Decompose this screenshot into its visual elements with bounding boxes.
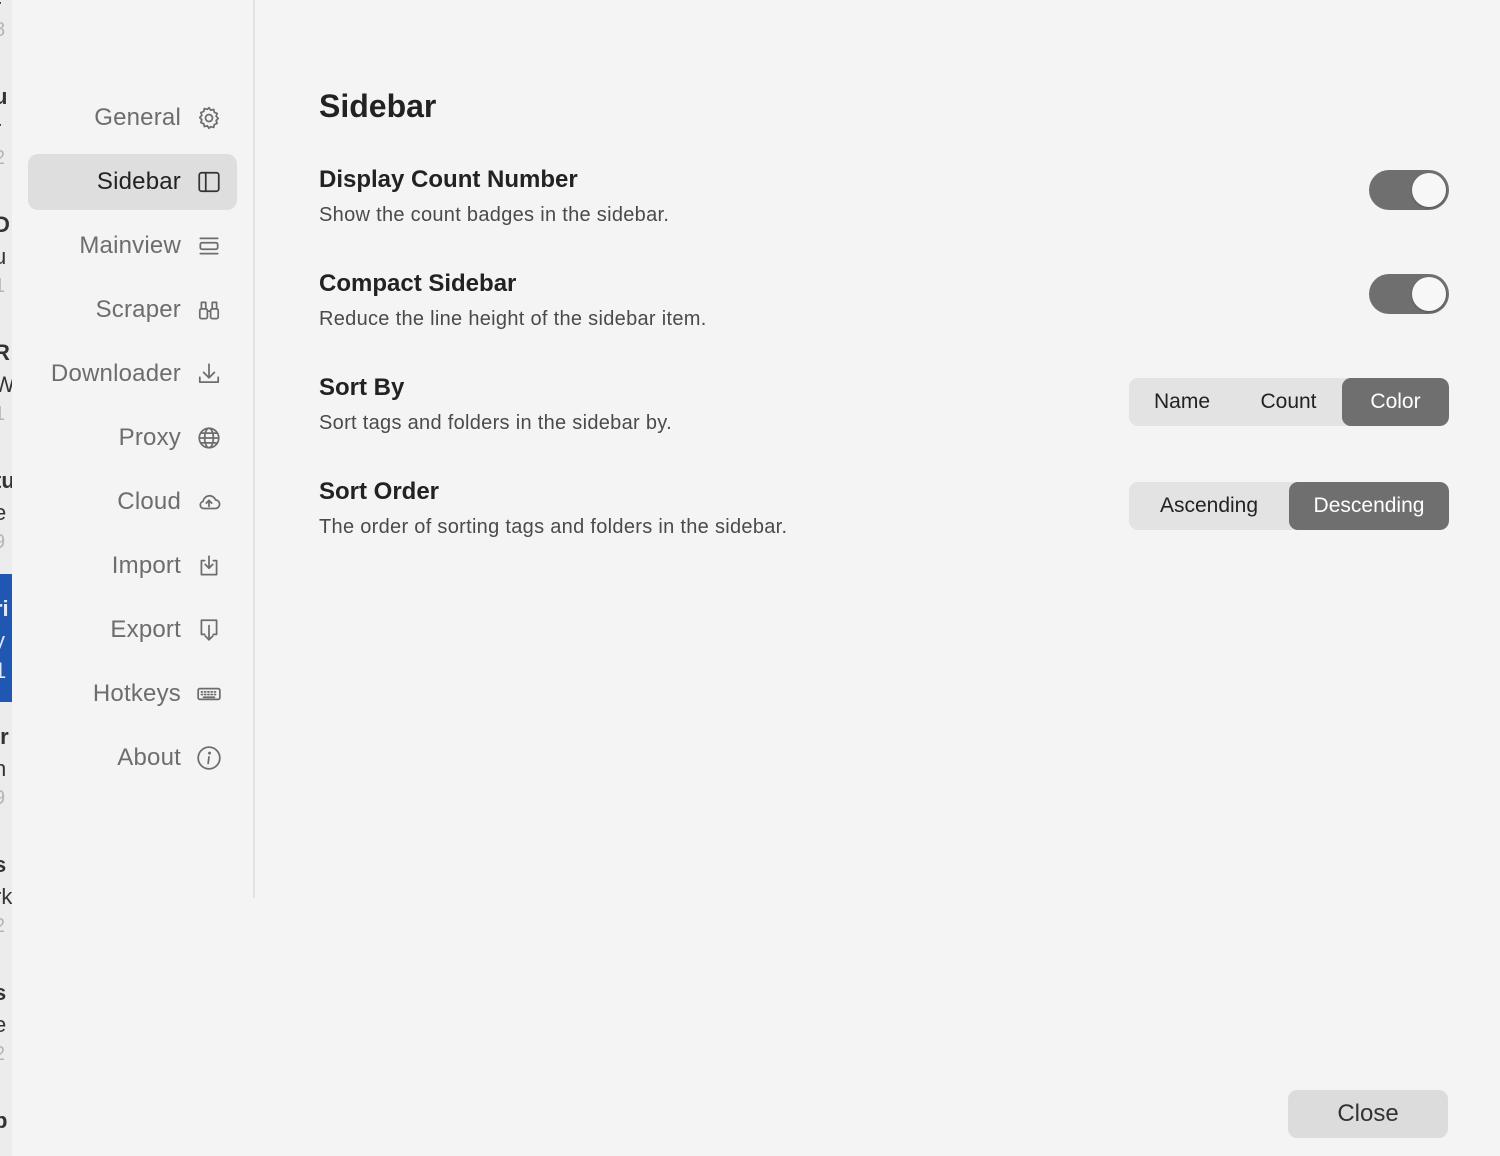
setting-title: Sort By xyxy=(319,374,405,401)
nav-item-about[interactable]: About xyxy=(28,730,237,786)
nav-label: Export xyxy=(110,616,181,643)
bg-text-fragment: 2 xyxy=(0,1044,5,1064)
bg-text-fragment: 9 xyxy=(0,788,5,808)
bg-text-fragment: 9 xyxy=(0,532,5,552)
export-icon xyxy=(195,616,223,644)
setting-description: Sort tags and folders in the sidebar by. xyxy=(319,412,672,434)
setting-sort-by: Sort By Sort tags and folders in the sid… xyxy=(319,374,1449,444)
globe-icon xyxy=(195,424,223,452)
bg-text-fragment: s xyxy=(0,980,7,1005)
nav-item-cloud[interactable]: Cloud xyxy=(28,474,237,530)
bg-text-fragment: 1 xyxy=(0,404,5,424)
nav-item-general[interactable]: General xyxy=(28,90,237,146)
sort-by-color-option[interactable]: Color xyxy=(1342,378,1449,426)
nav-item-proxy[interactable]: Proxy xyxy=(28,410,237,466)
bg-text-fragment: s xyxy=(0,852,7,877)
sort-by-name-option[interactable]: Name xyxy=(1129,378,1235,426)
preferences-sidebar: General Sidebar Mainview Scraper Downloa… xyxy=(12,0,255,898)
gear-icon xyxy=(195,104,223,132)
nav-label: Mainview xyxy=(79,232,181,259)
setting-display-count: Display Count Number Show the count badg… xyxy=(319,166,1449,236)
bg-text-fragment: y xyxy=(0,630,5,652)
sort-order-descending-option[interactable]: Descending xyxy=(1289,482,1449,530)
sort-by-segmented-control: Name Count Color xyxy=(1129,378,1449,426)
keyboard-icon xyxy=(195,680,223,708)
bg-text-fragment: tu xyxy=(0,468,12,493)
nav-item-scraper[interactable]: Scraper xyxy=(28,282,237,338)
setting-description: Show the count badges in the sidebar. xyxy=(319,204,670,226)
bg-text-fragment: e xyxy=(0,500,7,525)
bg-text-fragment: u xyxy=(0,244,7,269)
setting-title: Sort Order xyxy=(319,478,440,505)
bg-text-fragment: r xyxy=(0,0,1,18)
download-icon xyxy=(195,360,223,388)
bg-text-fragment: ri xyxy=(0,596,9,621)
setting-title: Display Count Number xyxy=(319,166,578,193)
display-count-toggle[interactable] xyxy=(1369,170,1449,210)
nav-label: Import xyxy=(111,552,181,579)
setting-description: Reduce the line height of the sidebar it… xyxy=(319,308,707,330)
info-icon xyxy=(195,744,223,772)
bg-text-fragment: W xyxy=(0,372,12,397)
nav-label: Cloud xyxy=(117,488,181,515)
bg-selected-row: ri y 1 xyxy=(0,574,12,702)
bg-text-fragment: 1 xyxy=(0,658,7,683)
nav-label: Downloader xyxy=(50,360,181,387)
close-button[interactable]: Close xyxy=(1288,1090,1448,1138)
nav-label: Hotkeys xyxy=(92,680,181,707)
bg-text-fragment: 2 xyxy=(0,148,5,168)
bg-text-fragment: R: xyxy=(0,340,12,365)
bg-text-fragment: 1 xyxy=(0,276,5,296)
toggle-knob xyxy=(1412,173,1446,207)
preferences-dialog: General Sidebar Mainview Scraper Downloa… xyxy=(12,0,1500,1156)
nav-label: General xyxy=(94,104,181,131)
bg-text-fragment: rk xyxy=(0,884,12,909)
nav-item-downloader[interactable]: Downloader xyxy=(28,346,237,402)
nav-label: About xyxy=(117,744,181,771)
bg-text-fragment: 8 xyxy=(0,20,5,40)
binoculars-icon xyxy=(195,296,223,324)
sort-by-count-option[interactable]: Count xyxy=(1235,378,1342,426)
page-title: Sidebar xyxy=(319,88,437,124)
bg-text-fragment: r xyxy=(0,118,1,140)
nav-label: Scraper xyxy=(95,296,181,323)
nav-item-sidebar[interactable]: Sidebar xyxy=(28,154,237,210)
toggle-knob xyxy=(1412,277,1446,311)
list-icon xyxy=(195,232,223,260)
sort-order-segmented-control: Ascending Descending xyxy=(1129,482,1449,530)
setting-sort-order: Sort Order The order of sorting tags and… xyxy=(319,478,1449,548)
bg-text-fragment: D xyxy=(0,212,10,237)
bg-text-fragment: u xyxy=(0,84,8,109)
bg-text-fragment: e xyxy=(0,1012,7,1037)
bg-text-fragment: 2 xyxy=(0,916,5,936)
sort-order-ascending-option[interactable]: Ascending xyxy=(1129,482,1289,530)
background-window: r 8 u r 2 D u 1 R: W 1 tu e 9 ri y 1 ir … xyxy=(0,0,12,1156)
import-icon xyxy=(195,552,223,580)
nav-item-import[interactable]: Import xyxy=(28,538,237,594)
bg-text-fragment: ir xyxy=(0,724,9,749)
nav-label: Proxy xyxy=(118,424,181,451)
nav-item-export[interactable]: Export xyxy=(28,602,237,658)
setting-title: Compact Sidebar xyxy=(319,270,517,297)
setting-description: The order of sorting tags and folders in… xyxy=(319,516,788,538)
nav-item-mainview[interactable]: Mainview xyxy=(28,218,237,274)
cloud-upload-icon xyxy=(195,488,223,516)
compact-sidebar-toggle[interactable] xyxy=(1369,274,1449,314)
nav-label: Sidebar xyxy=(96,168,181,195)
setting-compact-sidebar: Compact Sidebar Reduce the line height o… xyxy=(319,270,1449,340)
bg-text-fragment: n xyxy=(0,756,7,781)
sidebar-icon xyxy=(195,168,223,196)
bg-text-fragment: p xyxy=(0,1108,8,1133)
nav-item-hotkeys[interactable]: Hotkeys xyxy=(28,666,237,722)
